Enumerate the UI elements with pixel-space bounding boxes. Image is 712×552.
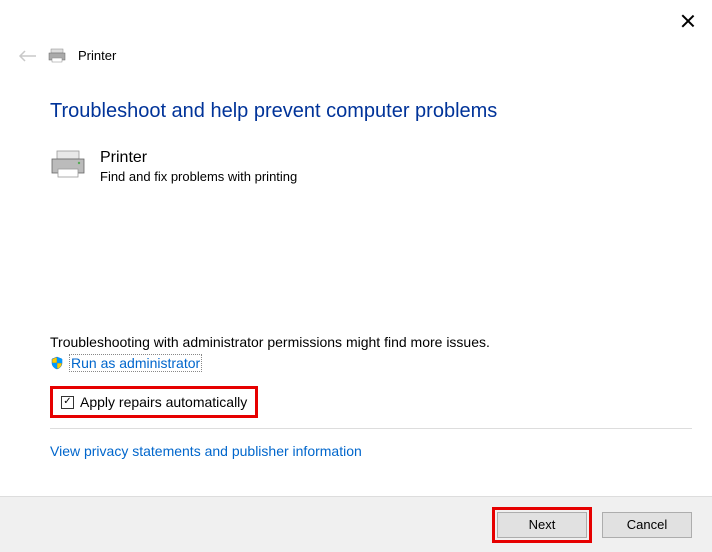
divider — [50, 428, 692, 429]
printer-header-icon — [48, 48, 66, 63]
privacy-link[interactable]: View privacy statements and publisher in… — [50, 443, 362, 459]
printer-icon — [50, 149, 86, 179]
cancel-button[interactable]: Cancel — [602, 512, 692, 538]
troubleshooter-description: Find and fix problems with printing — [100, 169, 297, 184]
page-title: Troubleshoot and help prevent computer p… — [50, 100, 692, 123]
run-as-admin-link[interactable]: Run as administrator — [69, 354, 202, 372]
next-button-highlight: Next — [492, 507, 592, 543]
next-button[interactable]: Next — [497, 512, 587, 538]
apply-repairs-highlight: ✓ Apply repairs automatically — [50, 386, 258, 418]
header-title: Printer — [78, 48, 116, 63]
back-arrow-icon — [18, 49, 36, 63]
apply-repairs-label: Apply repairs automatically — [80, 394, 247, 410]
header: Printer — [18, 48, 116, 63]
shield-icon — [50, 356, 64, 370]
close-icon[interactable] — [680, 14, 694, 28]
apply-repairs-checkbox[interactable]: ✓ — [61, 396, 74, 409]
footer: Next Cancel — [0, 496, 712, 552]
admin-note: Troubleshooting with administrator permi… — [50, 334, 692, 350]
troubleshooter-item: Printer Find and fix problems with print… — [50, 149, 692, 184]
troubleshooter-name: Printer — [100, 149, 297, 167]
